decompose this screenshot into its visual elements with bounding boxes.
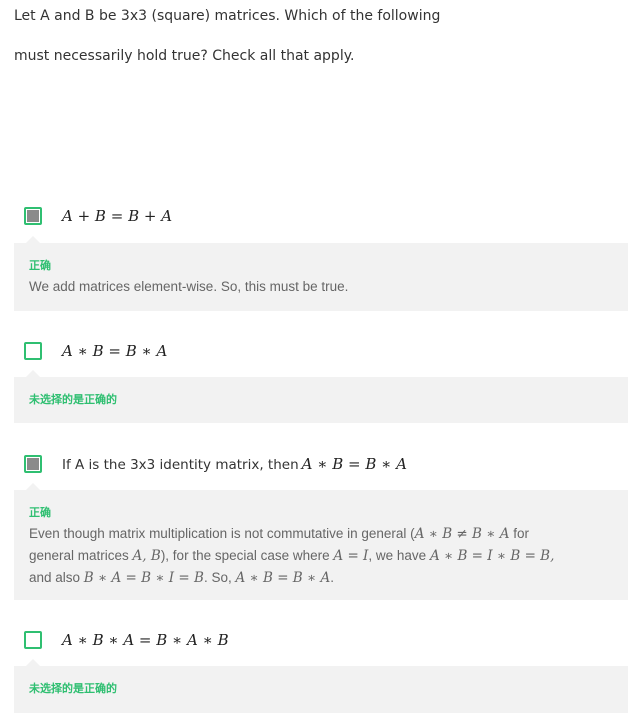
option-1-explanation: We add matrices element-wise. So, this m…: [29, 279, 349, 294]
question-text-line1: Let A and B be 3x3 (square) matrices. Wh…: [14, 8, 441, 24]
option-4-label: A ∗ B ∗ A = B ∗ A ∗ B: [62, 631, 229, 649]
option-1-status: 正确: [29, 259, 51, 272]
option-3[interactable]: If A is the 3x3 identity matrix, then A ∗…: [24, 455, 407, 473]
option-2-checkbox[interactable]: [24, 342, 42, 360]
option-3-label: If A is the 3x3 identity matrix, then A ∗…: [62, 455, 407, 473]
option-1[interactable]: A + B = B + A: [24, 207, 172, 225]
option-3-label-text: If A is the 3x3 identity matrix, then: [62, 457, 299, 473]
option-3-checkbox[interactable]: [24, 455, 42, 473]
checkbox-checked-icon: [27, 458, 39, 470]
option-2-label: A ∗ B = B ∗ A: [62, 342, 168, 360]
option-1-checkbox[interactable]: [24, 207, 42, 225]
option-1-feedback: 正确 We add matrices element-wise. So, thi…: [14, 236, 628, 311]
option-4-feedback: 未选择的是正确的: [14, 659, 628, 713]
option-2[interactable]: A ∗ B = B ∗ A: [24, 342, 167, 360]
option-4-status: 未选择的是正确的: [29, 682, 117, 695]
explanation-line-1: Even though matrix multiplication is not…: [29, 526, 529, 542]
option-4-checkbox[interactable]: [24, 631, 42, 649]
question-text-line2: must necessarily hold true? Check all th…: [14, 48, 355, 64]
option-3-label-math: A ∗ B = B ∗ A: [301, 455, 407, 473]
checkbox-checked-icon: [27, 210, 39, 222]
explanation-line-3: and also B ∗ A = B ∗ I = B. So, A ∗ B = …: [29, 570, 334, 586]
option-2-feedback: 未选择的是正确的: [14, 370, 628, 423]
option-3-feedback: 正确 Even though matrix multiplication is …: [14, 483, 628, 600]
option-3-explanation: Even though matrix multiplication is not…: [29, 523, 613, 589]
explanation-line-2: general matrices A, B), for the special …: [29, 548, 555, 564]
option-2-status: 未选择的是正确的: [29, 393, 117, 406]
option-3-status: 正确: [29, 506, 51, 519]
option-1-label: A + B = B + A: [62, 207, 173, 225]
option-4[interactable]: A ∗ B ∗ A = B ∗ A ∗ B: [24, 631, 229, 649]
